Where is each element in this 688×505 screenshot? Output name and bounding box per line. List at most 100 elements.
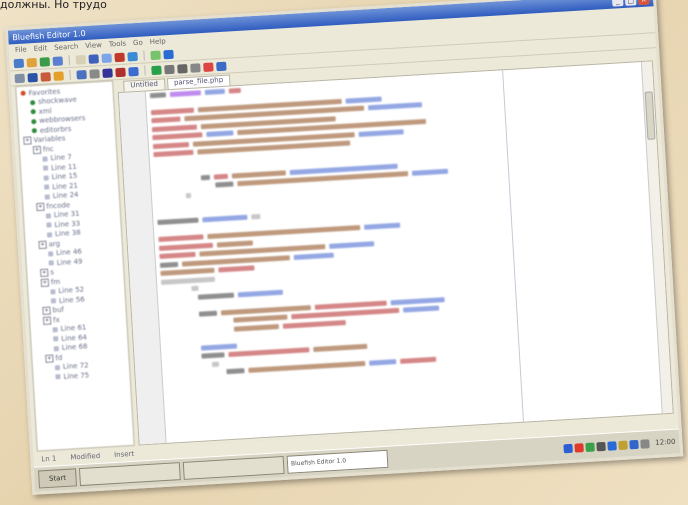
toolbar-button-icon[interactable] [39, 56, 51, 67]
toolbar-button-icon[interactable] [52, 55, 63, 66]
node-icon [46, 222, 52, 228]
code-token [364, 222, 401, 231]
tray-icon[interactable] [618, 440, 628, 450]
menu-item-view[interactable]: View [85, 41, 102, 50]
tree-item-label: Line 24 [52, 190, 79, 201]
toolbar-button-icon[interactable] [190, 62, 201, 73]
status-field: Insert [113, 449, 135, 460]
code-token [191, 285, 199, 292]
expand-icon[interactable]: + [38, 240, 47, 249]
toolbar-button-icon[interactable] [40, 71, 51, 82]
menu-item-search[interactable]: Search [54, 42, 78, 51]
bookmark-icon [31, 128, 38, 134]
toolbar-button-icon[interactable] [164, 64, 175, 74]
menu-item-tools[interactable]: Tools [109, 40, 127, 49]
toolbar-button-icon[interactable] [203, 61, 214, 72]
menu-item-go[interactable]: Go [133, 39, 143, 48]
toolbar-button-icon[interactable] [88, 53, 99, 64]
taskbar-item[interactable] [182, 455, 285, 480]
node-icon [48, 260, 54, 266]
tray-icon[interactable] [585, 442, 595, 452]
scrollbar-thumb[interactable] [644, 91, 656, 140]
toolbar-button-icon[interactable] [115, 67, 126, 77]
toolbar-button-icon[interactable] [127, 51, 138, 61]
toolbar-button-icon[interactable] [26, 57, 38, 67]
tree-item-label: buf [52, 305, 65, 315]
toolbar-separator [144, 65, 146, 76]
tree-item-label: fx [52, 315, 60, 325]
system-tray: 12:00 [563, 437, 676, 453]
code-token [211, 361, 220, 367]
tray-icon[interactable] [563, 443, 573, 453]
toolbar-button-icon[interactable] [177, 63, 188, 74]
toolbar-button-icon[interactable] [128, 66, 139, 76]
expand-icon[interactable]: + [42, 316, 52, 325]
code-token [228, 87, 242, 94]
node-icon [54, 364, 61, 371]
tree-item-label: Line 15 [51, 171, 78, 182]
tree-item-label: Line 75 [63, 371, 90, 381]
tray-icon[interactable] [640, 438, 650, 449]
menu-item-file[interactable]: File [15, 45, 27, 54]
tree-item-label: arg [48, 239, 61, 249]
toolbar-button-icon[interactable] [101, 52, 112, 63]
tree-item-label: Line 46 [55, 247, 83, 258]
toolbar-button-icon[interactable] [102, 67, 113, 78]
toolbar-button-icon[interactable] [13, 58, 25, 68]
node-icon [50, 298, 57, 304]
minimize-button[interactable]: _ [611, 0, 624, 7]
start-button[interactable]: Start [38, 468, 78, 489]
tray-icon[interactable] [607, 440, 617, 451]
maximize-button[interactable]: □ [624, 0, 637, 6]
expand-icon[interactable]: + [40, 268, 49, 278]
tray-icon[interactable] [596, 441, 606, 451]
file-tree[interactable]: Favorites shockwave xml webbrowsers editorbr… [15, 80, 135, 452]
tray-icon[interactable] [629, 439, 639, 449]
taskbar-item[interactable] [78, 462, 181, 487]
expand-icon[interactable]: + [36, 202, 45, 211]
toolbar-button-icon[interactable] [163, 49, 174, 59]
code-token [251, 214, 261, 220]
node-icon [46, 232, 53, 238]
toolbar-button-icon[interactable] [89, 68, 100, 79]
status-field: Ln 1 [41, 454, 57, 464]
toolbar-button-icon[interactable] [150, 50, 161, 60]
expand-icon[interactable]: + [45, 354, 54, 363]
editor-area: Untitled parse_file.php [117, 48, 674, 446]
node-icon [42, 165, 49, 171]
toolbar-button-icon[interactable] [216, 61, 227, 71]
status-field: Modified [70, 451, 101, 462]
tree-item-label: fncode [46, 200, 71, 211]
taskbar-item[interactable]: Bluefish Editor 1.0 [286, 449, 389, 474]
toolbar-button-icon[interactable] [151, 65, 162, 75]
node-icon [55, 374, 61, 380]
tree-item-label: s [50, 268, 55, 277]
expand-icon[interactable]: + [40, 278, 50, 287]
tree-item-label: Line 38 [54, 228, 81, 239]
code-token [159, 261, 179, 268]
code-text[interactable] [146, 62, 662, 443]
menu-item-help[interactable]: Help [150, 37, 166, 46]
code-token [206, 130, 234, 138]
code-editor[interactable] [117, 60, 674, 446]
toolbar-button-icon[interactable] [75, 54, 86, 65]
expand-icon[interactable]: + [23, 136, 32, 146]
toolbar-button-icon[interactable] [27, 72, 38, 82]
menu-item-edit[interactable]: Edit [33, 44, 47, 53]
tree-item-label: Line 7 [50, 153, 73, 163]
toolbar-button-icon[interactable] [114, 52, 125, 62]
tray-icon[interactable] [574, 442, 584, 453]
expand-icon[interactable]: + [42, 306, 51, 316]
expand-icon[interactable]: + [32, 145, 42, 155]
code-token [226, 368, 245, 375]
toolbar-button-icon[interactable] [53, 70, 64, 81]
code-token [149, 92, 167, 99]
toolbar-button-icon[interactable] [76, 69, 87, 80]
close-button[interactable]: × [637, 0, 650, 6]
tree-item-label: Line 31 [53, 209, 80, 220]
tree-item-label: Line 72 [62, 361, 89, 372]
code-token [218, 265, 255, 273]
toolbar-button-icon[interactable] [14, 73, 25, 83]
toolbar-separator [68, 54, 71, 65]
node-icon [45, 213, 52, 219]
